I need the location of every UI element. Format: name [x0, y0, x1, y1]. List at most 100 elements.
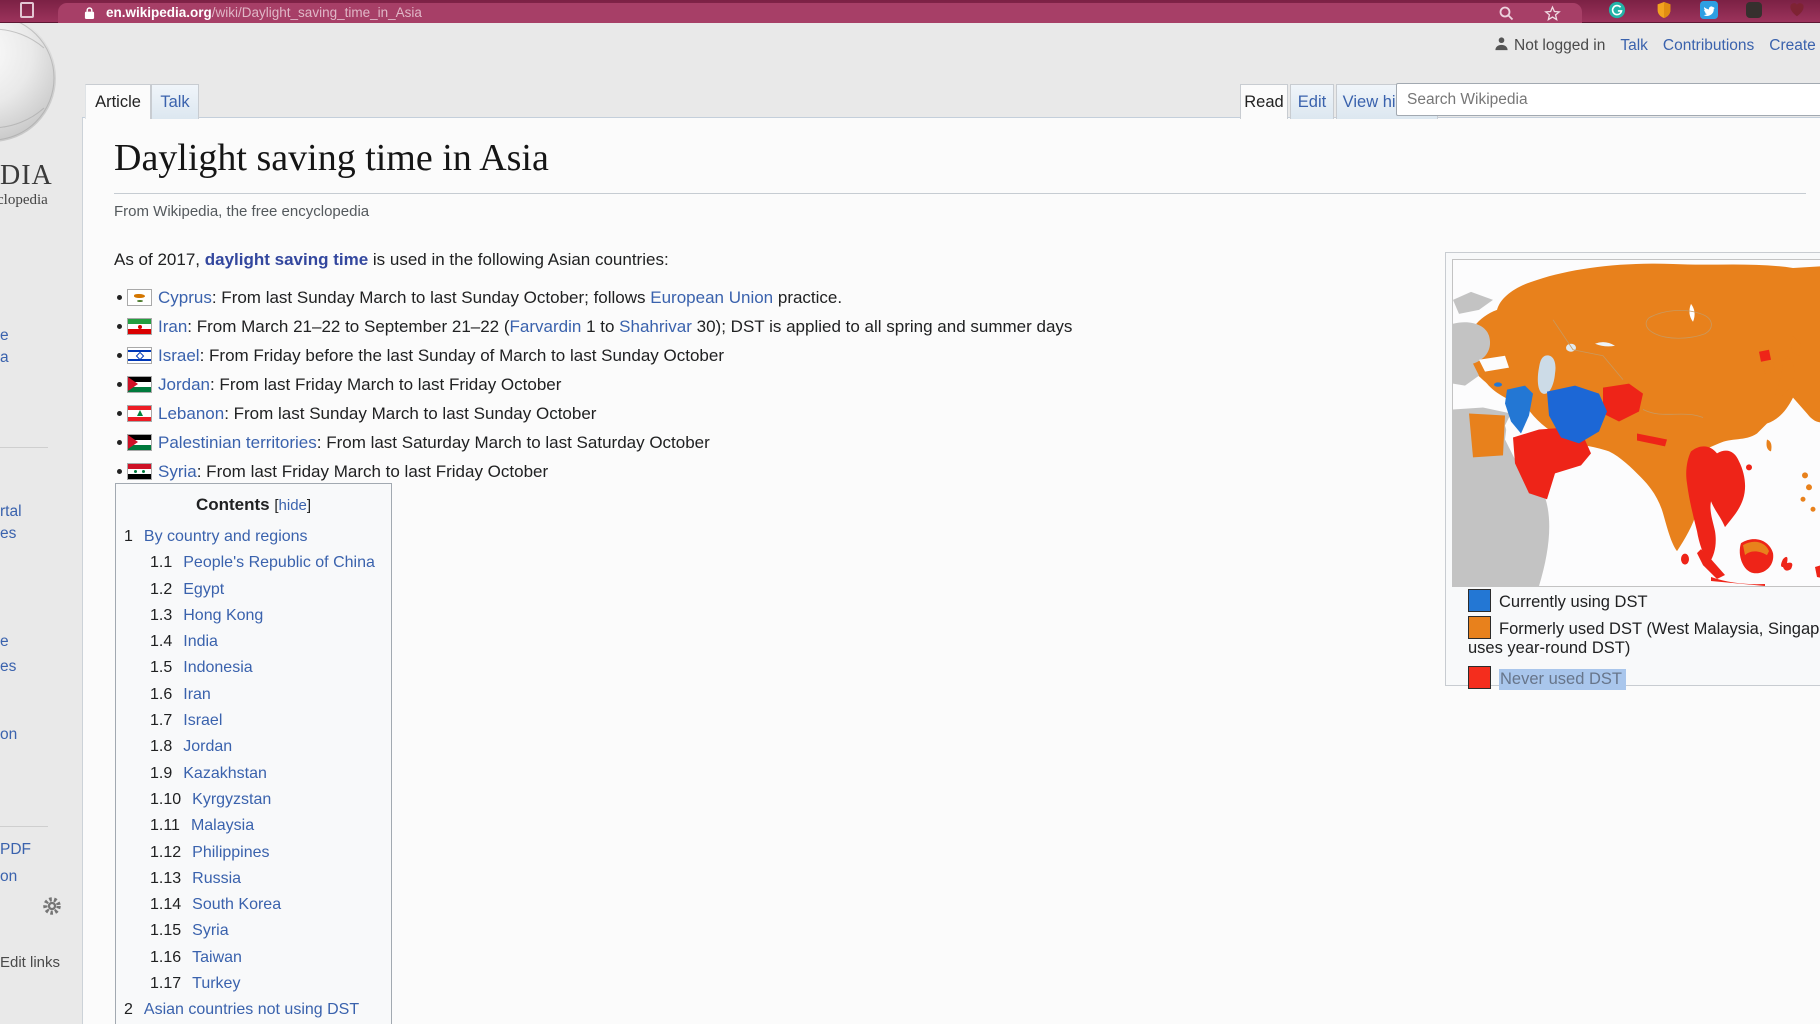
toc-link[interactable]: Jordan [183, 738, 232, 755]
sidebar-link-fragment[interactable]: es [0, 658, 16, 676]
sidebar-link-fragment[interactable]: rtal [0, 503, 22, 521]
personal-link[interactable]: Create account [1769, 37, 1820, 54]
legend-row-continued: uses year-round DST) [1468, 639, 1630, 665]
wiki-link[interactable]: Farvardin [510, 317, 582, 336]
toc-link[interactable]: Kazakhstan [183, 765, 267, 782]
tab-edit[interactable]: Edit [1290, 84, 1334, 119]
toc-link[interactable]: People's Republic of China [183, 554, 375, 571]
toc-item[interactable]: 1.10 Kyrgyzstan [116, 787, 391, 813]
toc-item[interactable]: 1.2 Egypt [116, 577, 391, 603]
toc-item[interactable]: 2 Asian countries not using DST [116, 997, 391, 1023]
wiki-link[interactable]: daylight saving time [205, 250, 368, 269]
toc-link[interactable]: Syria [192, 922, 228, 939]
wiki-link[interactable]: European Union [650, 288, 773, 307]
toc-item[interactable]: 1.8 Jordan [116, 734, 391, 760]
sidebar-link-fragment[interactable]: e [0, 327, 9, 345]
toc-item[interactable]: 1.11 Malaysia [116, 813, 391, 839]
text-segment: 30); DST is applied to all spring and su… [691, 317, 1073, 336]
toc-number: 1.9 [150, 764, 173, 782]
toc-item[interactable]: 1.16 Taiwan [116, 945, 391, 971]
wikipedia-globe-logo[interactable] [0, 14, 56, 142]
toc-item[interactable]: 1.15 Syria [116, 918, 391, 944]
country-list-item: Iran: From March 21–22 to September 21–2… [114, 312, 1072, 341]
personal-link[interactable]: Contributions [1663, 37, 1754, 54]
text-segment: 1 to [581, 317, 620, 336]
wiki-link[interactable]: Lebanon [158, 404, 224, 423]
address-bar[interactable]: en.wikipedia.org/wiki/Daylight_saving_ti… [58, 3, 1582, 23]
palestine-flag-icon [127, 434, 152, 451]
country-list-item: Jordan: From last Friday March to last F… [114, 370, 1072, 399]
toc-item[interactable]: 1.9 Kazakhstan [116, 761, 391, 787]
legend-swatch [1468, 666, 1491, 689]
sidebar-link-fragment[interactable]: on [0, 868, 17, 886]
toc-link[interactable]: Philippines [192, 844, 269, 861]
toc-link[interactable]: Egypt [183, 581, 224, 598]
toc-link[interactable]: Turkey [192, 975, 240, 992]
text-segment: : From last Saturday March to last Satur… [316, 433, 710, 452]
toc-link[interactable]: India [183, 633, 218, 650]
tab-read-label: Read [1244, 93, 1284, 111]
toc-item[interactable]: 1.4 India [116, 629, 391, 655]
toc-item[interactable]: 1.14 South Korea [116, 892, 391, 918]
wiki-link[interactable]: Syria [158, 462, 197, 481]
search-input[interactable] [1396, 83, 1820, 116]
heart-extension-icon[interactable] [1788, 1, 1806, 19]
toc-number: 1.13 [150, 869, 182, 887]
bookmark-star-icon[interactable] [1544, 5, 1561, 27]
tab-talk[interactable]: Talk [151, 84, 199, 119]
dst-country-list: Cyprus: From last Sunday March to last S… [114, 283, 1072, 486]
toc-item[interactable]: 1.1 People's Republic of China [116, 550, 391, 576]
toc-item[interactable]: 1.5 Indonesia [116, 655, 391, 681]
toc-link[interactable]: Taiwan [192, 949, 242, 966]
text-segment: practice. [773, 288, 843, 307]
sidebar-link-fragment[interactable]: a [0, 349, 9, 367]
toc-link[interactable]: Russia [192, 870, 241, 887]
toc-link[interactable]: Indonesia [183, 659, 252, 676]
country-list-item: Syria: From last Friday March to last Fr… [114, 457, 1072, 486]
toc-number: 1.10 [150, 790, 182, 808]
toc-item[interactable]: 1.3 Hong Kong [116, 603, 391, 629]
toc-link[interactable]: By country and regions [144, 528, 308, 545]
toc-item[interactable]: 1.17 Turkey [116, 971, 391, 997]
sidebar-link-fragment[interactable]: e [0, 633, 9, 651]
wiki-link[interactable]: Iran [158, 317, 187, 336]
tab-article[interactable]: Article [85, 84, 151, 119]
toc-hide-toggle[interactable]: hide [279, 497, 307, 514]
toc-item[interactable]: 1.12 Philippines [116, 840, 391, 866]
url-path: /wiki/Daylight_saving_time_in_Asia [211, 5, 422, 20]
page-outline-icon[interactable] [20, 2, 34, 18]
personal-link[interactable]: Talk [1620, 37, 1648, 54]
toc-link[interactable]: Asian countries not using DST [144, 1001, 359, 1018]
tab-read[interactable]: Read [1240, 84, 1288, 119]
toc-item[interactable]: 1 By country and regions [116, 524, 391, 550]
toc-link[interactable]: Israel [183, 712, 222, 729]
toc-item[interactable]: 1.7 Israel [116, 708, 391, 734]
dark-extension-icon[interactable] [1746, 2, 1762, 18]
url-text[interactable]: en.wikipedia.org/wiki/Daylight_saving_ti… [106, 5, 422, 20]
teal-extension-icon[interactable] [1608, 1, 1626, 19]
toc-link[interactable]: Malaysia [191, 817, 254, 834]
wiki-link[interactable]: Cyprus [158, 288, 212, 307]
sidebar-link-fragment[interactable]: PDF [0, 841, 31, 859]
toc-item[interactable]: 1.13 Russia [116, 866, 391, 892]
toc-item[interactable]: 1.6 Iran [116, 682, 391, 708]
text-segment: is used in the following Asian countries… [368, 250, 669, 269]
text-segment: As of 2017, [114, 250, 205, 269]
country-list-item: Israel: From Friday before the last Sund… [114, 341, 1072, 370]
toc-number: 1.17 [150, 975, 182, 993]
search-icon[interactable] [1498, 5, 1514, 26]
toc-link[interactable]: Iran [183, 686, 211, 703]
country-list-item: Lebanon: From last Sunday March to last … [114, 399, 1072, 428]
wiki-link[interactable]: Shahrivar [619, 317, 692, 336]
wiki-link[interactable]: Palestinian territories [158, 433, 317, 452]
wiki-link[interactable]: Jordan [158, 375, 210, 394]
toc-link[interactable]: Hong Kong [183, 607, 263, 624]
bird-extension-icon[interactable] [1700, 1, 1718, 19]
gear-icon[interactable] [42, 896, 62, 921]
sidebar-link-fragment[interactable]: es [0, 525, 16, 543]
toc-link[interactable]: Kyrgyzstan [192, 791, 271, 808]
shield-extension-icon[interactable] [1656, 1, 1674, 19]
sidebar-link-fragment[interactable]: on [0, 726, 17, 744]
wiki-link[interactable]: Israel [158, 346, 200, 365]
toc-link[interactable]: South Korea [192, 896, 281, 913]
